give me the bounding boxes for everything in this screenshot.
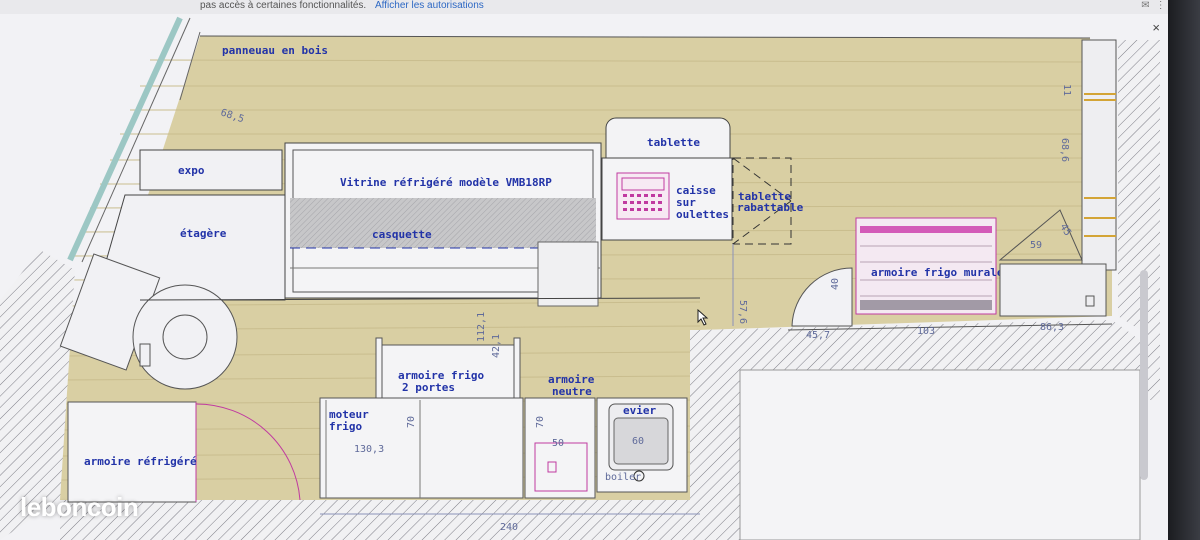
dim-42-1: 42,1 xyxy=(491,334,502,358)
lower-right-room xyxy=(739,369,1141,540)
label-folding-shelf-2: rabattable xyxy=(737,201,804,214)
floor-plan[interactable]: panneuau en bois 68,5 expo étagère Vitri… xyxy=(0,14,1168,540)
label-wood-panel: panneuau en bois xyxy=(222,44,328,57)
show-permissions-link[interactable]: Afficher les autorisations xyxy=(375,0,484,11)
label-neutral-cabinet-2: neutre xyxy=(552,385,592,398)
label-cashier-3: oulettes xyxy=(676,208,729,221)
label-wall-fridge: armoire frigo murale xyxy=(871,266,1004,279)
vertical-scrollbar[interactable] xyxy=(1140,270,1148,480)
dim-112-1: 112,1 xyxy=(476,312,487,342)
dim-86-3: 86,3 xyxy=(1040,322,1064,333)
dim-70b: 70 xyxy=(535,416,546,428)
browser-permission-bar: pas accès à certaines fonctionnalités. A… xyxy=(0,0,1200,14)
label-refrigerated-cabinet: armoire réfrigéré xyxy=(84,455,197,468)
dim-240: 240 xyxy=(500,522,518,533)
label-boiler: boiler xyxy=(605,472,641,483)
dim-70a: 70 xyxy=(406,416,417,428)
casquette-area xyxy=(290,198,596,248)
label-tablette: tablette xyxy=(647,136,700,149)
monitor-bezel xyxy=(1168,0,1200,540)
side-counter xyxy=(999,263,1107,317)
dim-50: 50 xyxy=(552,438,564,449)
close-icon[interactable]: × xyxy=(1152,20,1160,35)
dim-130-3: 130,3 xyxy=(354,444,384,455)
dim-11: 11 xyxy=(1061,84,1072,96)
dim-103: 103 xyxy=(917,326,935,337)
dim-59: 59 xyxy=(1030,240,1042,251)
label-casquette: casquette xyxy=(372,228,432,241)
label-expo: expo xyxy=(178,164,205,177)
notice-text: pas accès à certaines fonctionnalités. xyxy=(200,0,367,11)
dim-68-6: 68,6 xyxy=(1059,138,1070,162)
label-etagere: étagère xyxy=(180,227,227,240)
dim-57-6: 57,6 xyxy=(737,300,748,324)
bottom-wall-hatch xyxy=(60,500,700,540)
mail-icon[interactable]: ✉ xyxy=(1141,0,1155,11)
label-sink: evier xyxy=(623,404,656,417)
cad-workspace[interactable]: panneuau en bois 68,5 expo étagère Vitri… xyxy=(0,14,1168,540)
label-fridge-motor-2: frigo xyxy=(329,420,362,433)
leboncoin-watermark: leboncoin xyxy=(20,492,139,522)
cash-register-icon xyxy=(616,172,670,220)
expo-shelf[interactable] xyxy=(139,149,283,191)
dim-60: 60 xyxy=(632,436,644,447)
dim-45-7: 45,7 xyxy=(806,330,830,341)
display-step xyxy=(537,241,599,307)
permission-notice: pas accès à certaines fonctionnalités. A… xyxy=(200,0,484,12)
label-fridge-2-doors-2: 2 portes xyxy=(402,381,455,394)
dim-40: 40 xyxy=(830,278,841,290)
label-display: Vitrine réfrigéré modèle VMB18RP xyxy=(340,176,552,189)
refrigerated-cabinet[interactable] xyxy=(67,401,197,503)
